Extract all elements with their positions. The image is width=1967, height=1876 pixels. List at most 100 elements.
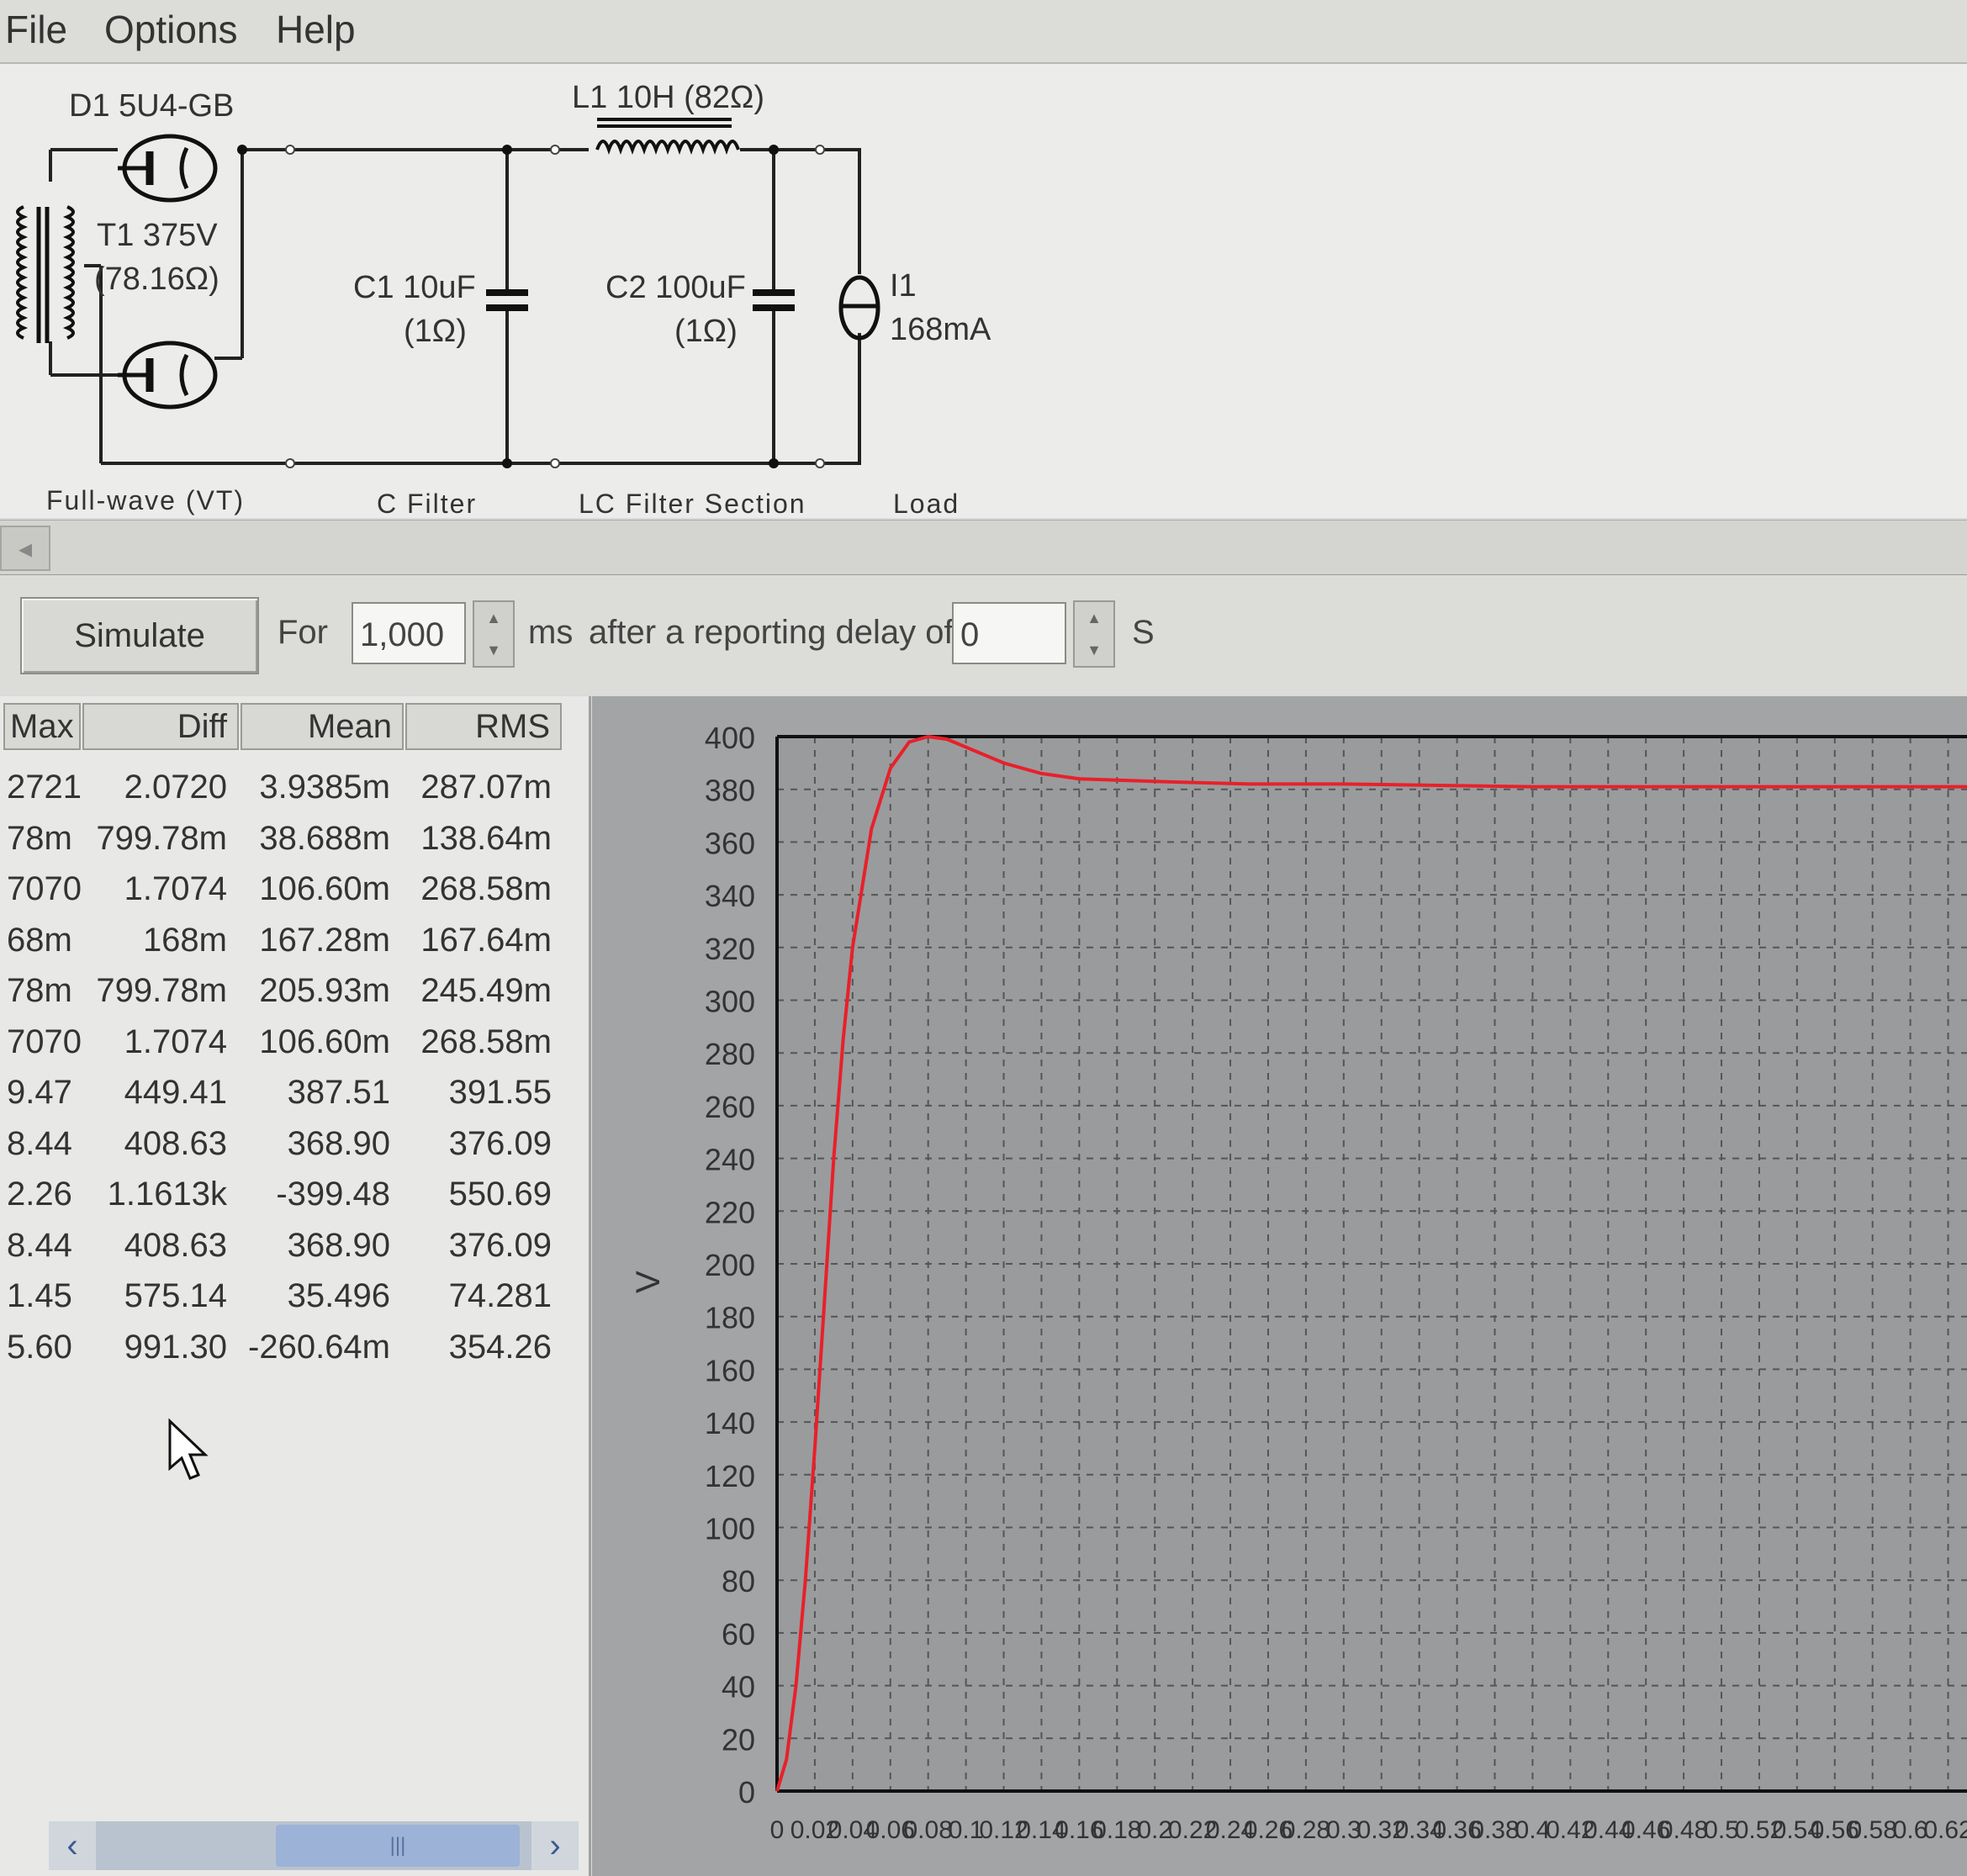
x-tick-label: 0.48 bbox=[1659, 1816, 1708, 1844]
table-cell: 991.30 bbox=[124, 1328, 227, 1366]
diode-tube-top bbox=[118, 134, 218, 203]
table-cell: 138.64m bbox=[420, 819, 552, 857]
table-cell: 550.69 bbox=[448, 1176, 552, 1213]
table-cell: 799.78m bbox=[96, 972, 227, 1009]
schematic-scrollbar[interactable]: ◂ bbox=[0, 520, 1967, 576]
scroll-left-button[interactable]: ◂ bbox=[0, 526, 50, 571]
table-cell: 106.60m bbox=[259, 1023, 390, 1060]
table-cell: 376.09 bbox=[448, 1124, 552, 1162]
x-tick-label: 0.38 bbox=[1470, 1816, 1519, 1844]
table-cell: 368.90 bbox=[287, 1124, 390, 1162]
table-scrollbar[interactable]: ‹ ||| › bbox=[49, 1821, 579, 1870]
scroll-left-icon[interactable]: ‹ bbox=[49, 1821, 96, 1870]
duration-input[interactable]: 1,000 bbox=[352, 602, 466, 664]
table-cell: 35.496 bbox=[287, 1277, 390, 1314]
x-tick-label: 0.4 bbox=[1515, 1816, 1551, 1844]
d1-label: D1 5U4-GB bbox=[69, 88, 234, 124]
section-cfilter: C Filter bbox=[377, 489, 477, 518]
table-cell: 408.63 bbox=[124, 1226, 227, 1264]
y-tick-label: 180 bbox=[705, 1301, 755, 1335]
y-tick-label: 240 bbox=[705, 1143, 755, 1177]
y-tick-label: 140 bbox=[705, 1406, 755, 1440]
y-tick-label: 220 bbox=[705, 1195, 755, 1229]
diode-tube-bottom bbox=[118, 341, 218, 410]
table-cell: 1.1613k bbox=[107, 1176, 227, 1213]
table-cell: 205.93m bbox=[259, 972, 390, 1009]
inductor-symbol bbox=[595, 118, 740, 156]
table-cell: 2.26 bbox=[7, 1176, 72, 1213]
y-tick-label: 0 bbox=[738, 1775, 755, 1810]
table-cell: 2721 bbox=[7, 769, 82, 806]
column-header-diff[interactable]: Diff bbox=[82, 703, 239, 750]
c1-resistance: (1Ω) bbox=[404, 314, 467, 349]
y-tick-label: 200 bbox=[705, 1248, 755, 1282]
table-cell: 368.90 bbox=[287, 1226, 390, 1264]
scroll-right-icon[interactable]: › bbox=[531, 1821, 579, 1870]
delay-spinner[interactable]: ▲ ▼ bbox=[1073, 600, 1115, 668]
menu-options[interactable]: Options bbox=[104, 7, 238, 52]
table-cell: 1.7074 bbox=[124, 1023, 227, 1060]
table-cell: 2.0720 bbox=[124, 769, 227, 806]
menu-file[interactable]: File bbox=[5, 7, 67, 52]
x-tick-label: 0 bbox=[770, 1816, 785, 1844]
i1-label: I1 bbox=[890, 268, 917, 304]
l1-label: L1 10H (82Ω) bbox=[572, 80, 764, 115]
y-tick-label: 80 bbox=[722, 1564, 755, 1599]
table-cell: 106.60m bbox=[259, 870, 390, 907]
column-header-max[interactable]: Max bbox=[3, 703, 81, 750]
circuit-diagram: D1 5U4-GB T1 375V (78.16Ω) L1 10H (82Ω) … bbox=[16, 80, 991, 518]
transformer-symbol bbox=[16, 205, 75, 343]
x-tick-label: 0.2 bbox=[1137, 1816, 1172, 1844]
scrollbar-thumb[interactable]: ||| bbox=[276, 1825, 520, 1867]
table-cell: 799.78m bbox=[96, 819, 227, 857]
x-tick-label: 0.3 bbox=[1326, 1816, 1362, 1844]
delay-input[interactable]: 0 bbox=[952, 602, 1066, 664]
voltage-graph: 0 20 40 60 80 100 120 140 160 180 200 220 240 260 280 3… bbox=[592, 696, 1967, 1876]
simulate-button[interactable]: Simulate bbox=[20, 597, 259, 674]
table-cell: 78m bbox=[7, 972, 72, 1009]
y-tick-label: 40 bbox=[722, 1670, 755, 1704]
table-cell: 268.58m bbox=[420, 1023, 552, 1060]
table-cell: 78m bbox=[7, 819, 72, 857]
spin-down-icon[interactable]: ▼ bbox=[1075, 634, 1113, 666]
menu-bar: File Options Help bbox=[0, 0, 1967, 64]
table-cell: 1.7074 bbox=[124, 870, 227, 907]
y-tick-label: 160 bbox=[705, 1353, 755, 1387]
column-header-rms[interactable]: RMS bbox=[405, 703, 562, 750]
y-tick-label: 20 bbox=[722, 1722, 755, 1757]
table-cell: 167.64m bbox=[420, 921, 552, 959]
i1-value: 168mA bbox=[890, 312, 991, 347]
spin-up-icon[interactable]: ▲ bbox=[474, 602, 513, 634]
spin-down-icon[interactable]: ▼ bbox=[474, 634, 513, 666]
table-cell: 7070 bbox=[7, 1023, 82, 1060]
y-tick-label: 280 bbox=[705, 1037, 755, 1071]
x-tick-label: 0.6 bbox=[1893, 1816, 1928, 1844]
menu-help[interactable]: Help bbox=[276, 7, 356, 52]
table-cell: -399.48 bbox=[276, 1176, 390, 1213]
duration-spinner[interactable]: ▲ ▼ bbox=[473, 600, 515, 668]
t1-label: T1 375V bbox=[97, 218, 218, 253]
table-cell: 38.688m bbox=[259, 819, 390, 857]
table-cell: 376.09 bbox=[448, 1226, 552, 1264]
simulation-controls: Simulate For 1,000 ▲ ▼ ms after a report… bbox=[0, 575, 1967, 695]
x-tick-label: 0.1 bbox=[949, 1816, 984, 1844]
table-cell: 1.45 bbox=[7, 1277, 72, 1314]
schematic-canvas: D1 5U4-GB T1 375V (78.16Ω) L1 10H (82Ω) … bbox=[0, 64, 1967, 518]
spin-up-icon[interactable]: ▲ bbox=[1075, 602, 1113, 634]
table-cell: -260.64m bbox=[248, 1328, 390, 1366]
ms-label: ms bbox=[528, 614, 574, 651]
table-cell: 5.60 bbox=[7, 1328, 72, 1366]
column-header-mean[interactable]: Mean bbox=[241, 703, 404, 750]
y-tick-label: 100 bbox=[705, 1512, 755, 1546]
y-tick-label: 340 bbox=[705, 879, 755, 913]
table-cell: 245.49m bbox=[420, 972, 552, 1009]
table-cell: 391.55 bbox=[448, 1074, 552, 1111]
x-tick-label: 0.18 bbox=[1092, 1816, 1141, 1844]
y-tick-label: 320 bbox=[705, 932, 755, 966]
x-tick-label: 0.58 bbox=[1848, 1816, 1897, 1844]
section-lc: LC Filter Section bbox=[579, 489, 806, 518]
table-cell: 8.44 bbox=[7, 1124, 72, 1162]
s-label: S bbox=[1132, 614, 1155, 651]
delay-label: after a reporting delay of bbox=[589, 614, 954, 651]
table-cell: 408.63 bbox=[124, 1124, 227, 1162]
